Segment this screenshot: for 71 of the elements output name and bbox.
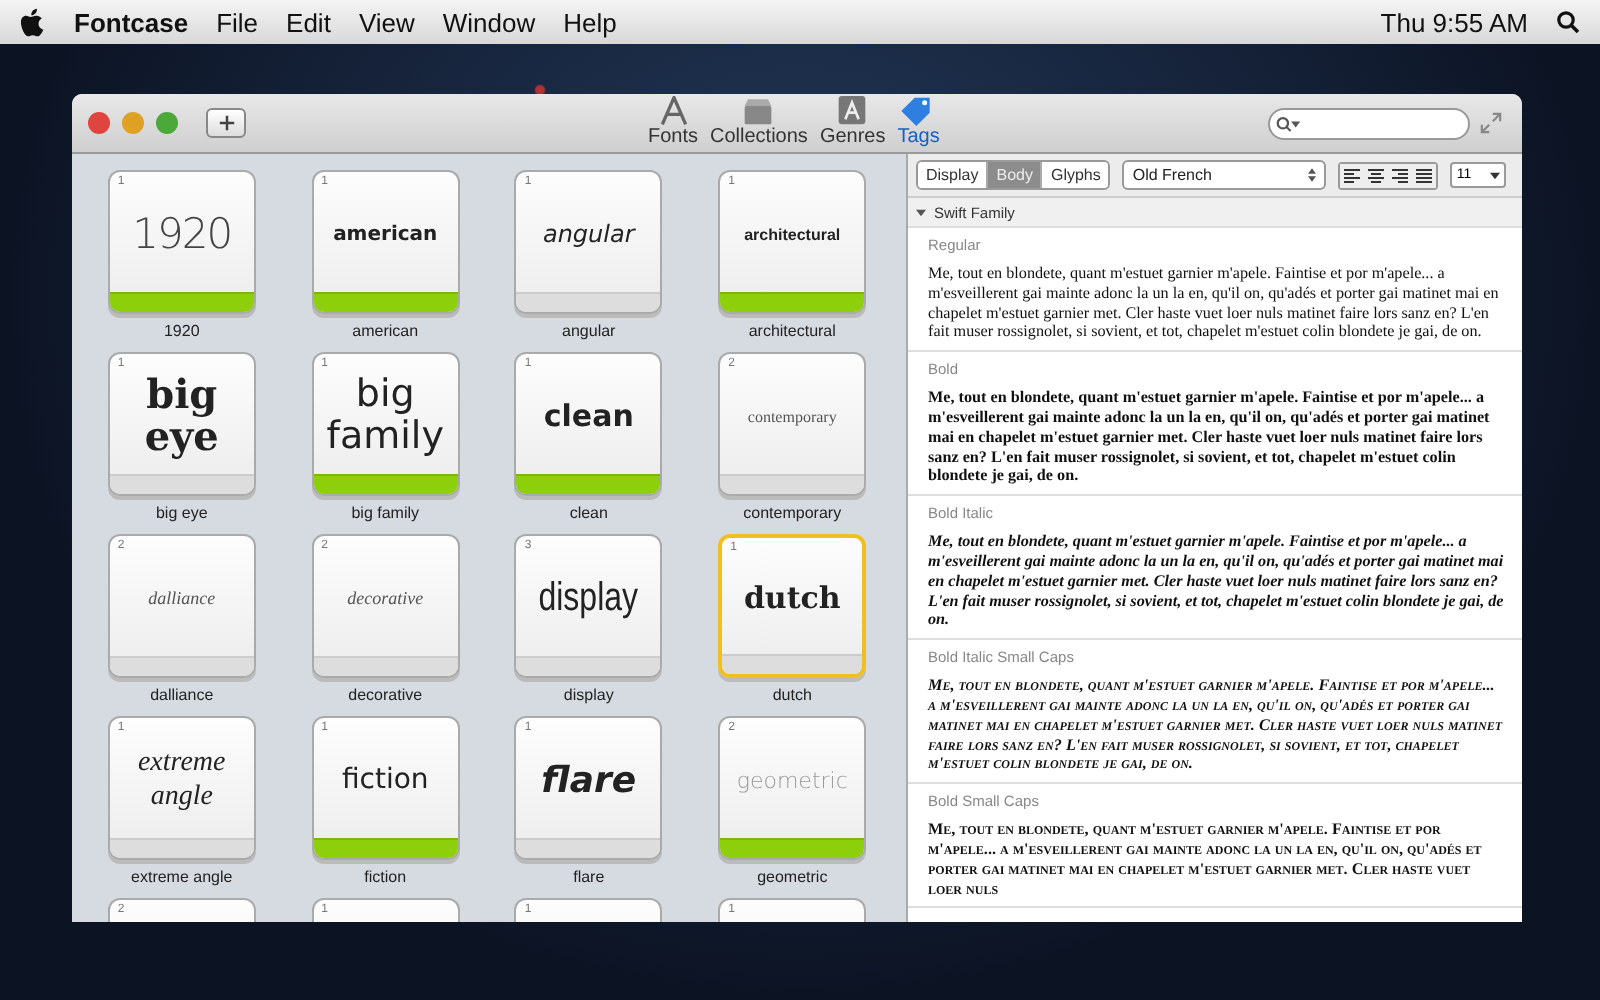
font-sample: 1920	[132, 210, 232, 258]
app-menu[interactable]: Fontcase	[74, 7, 189, 37]
search-icon	[1276, 115, 1300, 133]
up-down-arrows-icon	[1308, 168, 1317, 182]
sample-paragraph: Me, tout en blondete, quant m'estuet garnier m'apele. Faintise et por m'apele... a m'esveillerent gai mainte adonc la un la en, qu'il on, qu'adés et porter gai matinet mai en chapelet m'estuet garnier met. Cler haste vuet loer nuls matinet faire lors sanz en? L'en fait muser rossignolet, si sovient, et tot, chapelet m'estuet colin blondete je gai, de on.	[928, 264, 1501, 343]
font-sample: american	[333, 223, 438, 245]
box-icon	[740, 96, 777, 126]
sample-paragraph: Me, tout en blondete, quant m'estuet garnier m'apele. Faintise et por m'apele... a m'esveillerent gai mainte adonc la un la en, qu'il on, qu'adés et porter gai matinet mai en chapelet m'estuet garnier met. Cler haste vuet loer nuls matinet faire lors sanz en? L'en fait muser rossignolet, si sovient, et tot, chapelet m'estuet colin blondete je gai, de on.	[928, 532, 1506, 631]
menu-item[interactable]: Edit	[286, 7, 331, 37]
font-name: dutch	[772, 686, 812, 704]
align-left-icon	[1344, 167, 1361, 183]
menu-item[interactable]: File	[216, 7, 259, 37]
font-name: architectural	[748, 322, 836, 340]
font-sample: dalliance	[148, 588, 216, 608]
align-right-icon	[1392, 167, 1409, 183]
letter-a-icon	[655, 96, 691, 126]
font-name: 1920	[163, 322, 200, 340]
font-name: big family	[351, 504, 420, 522]
close-button[interactable]	[88, 112, 110, 134]
add-button[interactable]	[206, 108, 246, 138]
font-name: clean	[569, 504, 608, 522]
toolbar-tab[interactable]: Genres	[819, 96, 886, 148]
toolbar-tab[interactable]: Fonts	[648, 96, 699, 148]
alignment-button[interactable]	[1412, 163, 1437, 187]
apple-logo-icon[interactable]	[20, 7, 46, 37]
fullscreen-icon[interactable]	[1480, 112, 1502, 134]
font-sample: extreme angle	[135, 746, 228, 814]
font-sample: geometric	[736, 767, 848, 793]
align-center-icon	[1368, 167, 1385, 183]
font-sample: flare	[541, 759, 637, 801]
font-sample: big family	[324, 374, 446, 458]
mode-tab[interactable]: Display	[918, 162, 989, 188]
language-dropdown[interactable]: Old French	[1122, 160, 1327, 190]
font-name: dalliance	[150, 686, 214, 704]
font-name: display	[563, 686, 614, 704]
font-sample: angular	[542, 220, 635, 248]
font-sample: dutch	[743, 580, 841, 616]
font-sample: fiction	[341, 764, 429, 796]
menu-item[interactable]: Window	[442, 7, 536, 37]
font-name: extreme angle	[131, 868, 233, 886]
font-name: american	[352, 322, 419, 340]
font-name: geometric	[757, 868, 828, 886]
align-justify-icon	[1416, 167, 1433, 183]
font-sample: clean	[543, 398, 634, 434]
font-name: flare	[573, 868, 605, 886]
disclosure-down-icon[interactable]	[916, 207, 926, 217]
menu-item[interactable]: View	[358, 7, 415, 37]
search-field[interactable]	[1268, 108, 1470, 140]
font-sample: contemporary	[747, 407, 837, 425]
font-name: angular	[562, 322, 616, 340]
mode-tab[interactable]: Glyphs	[1042, 162, 1109, 188]
font-sample: display	[538, 575, 639, 621]
search-icon[interactable]	[1556, 10, 1580, 34]
toolbar-tab[interactable]: Collections	[710, 96, 808, 148]
font-sample: decorative	[347, 588, 424, 608]
font-name: fiction	[364, 868, 407, 886]
font-sample: big eye	[142, 374, 221, 458]
font-name: contemporary	[743, 504, 842, 522]
font-name: decorative	[348, 686, 423, 704]
sample-paragraph: Me, tout en blondete, quant m'estuet garnier m'apele. Faintise et por m'apele... a m'esveillerent gai mainte adonc la un la en, qu'il on, qu'adés et porter gai matinet mai en chapelet m'estuet garnier met. Cler haste vuet loer nuls	[928, 820, 1484, 899]
menu-clock[interactable]: Thu 9:55 AM	[1380, 7, 1528, 37]
plus-icon	[217, 114, 235, 132]
menu-item[interactable]: Help	[563, 7, 617, 37]
dropdown-arrow-icon	[1490, 171, 1501, 179]
font-name: big eye	[155, 504, 208, 522]
alignment-button[interactable]	[1340, 163, 1365, 187]
toolbar-tab[interactable]: Tags	[897, 96, 940, 148]
letter-block-icon	[834, 96, 871, 126]
sample-paragraph: Me, tout en blondete, quant m'estuet garnier m'apele. Faintise et por m'apele... a m'esveillerent gai mainte adonc la un la en, qu'il on, qu'adés et porter gai matinet mai en chapelet m'estuet garnier met. Cler haste vuet loer nuls matinet faire lors sanz en? L'en fait muser rossignolet, si sovient, et tot, chapelet m'estuet colin blondete je gai, de on.	[928, 676, 1505, 775]
sample-paragraph: Me, tout en blondete, quant m'estuet garnier m'apele. Faintise et por m'apele... a m'esveillerent gai mainte adonc la un la en, qu'il on, qu'adés et porter gai matinet mai en chapelet m'estuet garnier met. Cler haste vuet loer nuls matinet faire lors sanz en? L'en fait muser rossignolet, si sovient, et tot, chapelet m'estuet colin blondete je gai, de on.	[928, 388, 1492, 487]
font-sample: architectural	[744, 225, 841, 243]
